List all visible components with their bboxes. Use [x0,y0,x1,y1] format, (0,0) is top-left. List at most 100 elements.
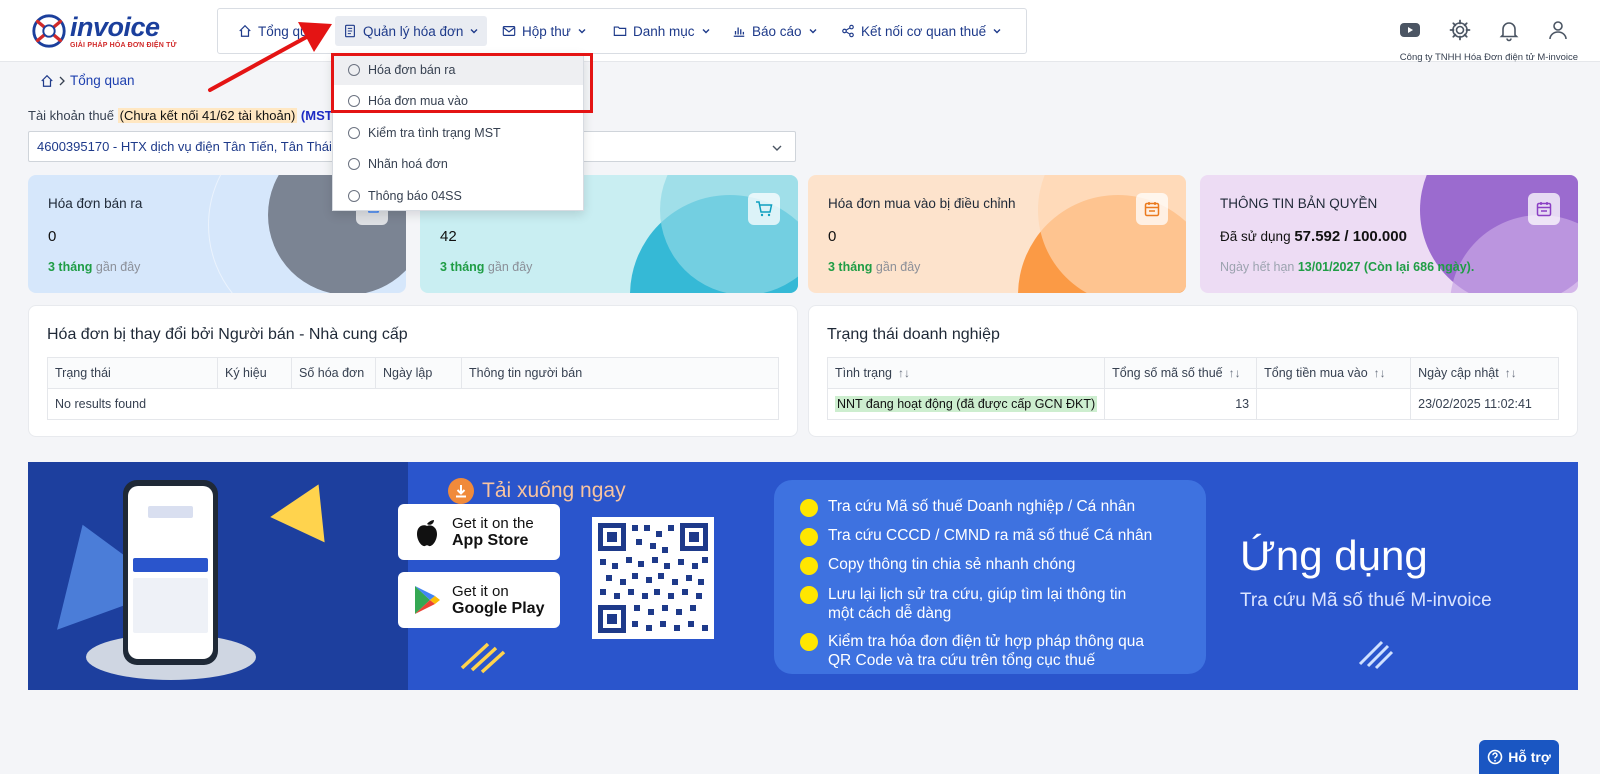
decoration-arrows-icon [460,642,506,674]
status-cell: NNT đang hoạt động (đã được cấp GCN ĐKT) [826,388,1106,420]
nav-item-label: Danh mục [633,23,695,39]
app-store-button[interactable]: Get it on the App Store [398,504,560,560]
table-header[interactable]: Ký hiệu [217,357,292,389]
card-subtitle: 3 tháng gần đây [440,260,533,274]
card-value: 0 [48,228,57,245]
logo[interactable]: invoice GIẢI PHÁP HÓA ĐƠN ĐIỆN TỬ [28,10,178,54]
chevron-down-icon [702,29,710,34]
nav-item-label: Báo cáo [752,23,802,39]
bell-icon[interactable] [1497,18,1521,42]
amount-cell [1256,388,1412,420]
panel-changed-invoices: Hóa đơn bị thay đổi bởi Người bán - Nhà … [28,305,798,437]
mail-icon [502,26,516,36]
sort-icon[interactable]: ↑↓ [1505,366,1517,380]
google-play-button[interactable]: Get it on Google Play [398,572,560,628]
card-title: Hóa đơn mua vào bị điều chỉnh [828,196,1016,211]
card-license-info[interactable]: THÔNG TIN BẢN QUYỀN Đã sử dụng 57.592 / … [1200,175,1578,293]
google-play-line1: Get it on [452,582,509,600]
dropdown-item-check-mst[interactable]: Kiểm tra tình trạng MST [333,117,583,148]
header-actions: Công ty TNHH Hóa Đơn điện tử M-invoice [1340,0,1600,63]
bullet-dot-icon [800,528,818,546]
feature-item: Lưu lại lịch sử tra cứu, giúp tìm lại th… [800,585,1126,623]
table-row[interactable]: NNT đang hoạt động (đã được cấp GCN ĐKT)… [826,388,1559,420]
dropdown-item-notice-04ss[interactable]: Thông báo 04SS [333,180,583,211]
table-header[interactable]: Trạng thái [47,357,218,389]
bullet-dot-icon [800,499,818,517]
folder-icon [613,26,627,36]
card-title: THÔNG TIN BẢN QUYỀN [1220,196,1378,211]
nav-item-tax-connection[interactable]: Kết nối cơ quan thuế [833,16,1010,46]
nav-item-reports[interactable]: Báo cáo [724,16,826,46]
bullet-dot-icon [800,633,818,651]
table-header[interactable]: Ngày cập nhật ↑↓ [1410,357,1559,389]
radio-icon [348,157,360,170]
google-play-icon [415,586,440,614]
chevron-down-icon [809,29,817,34]
download-icon [448,478,474,504]
sort-icon[interactable]: ↑↓ [1374,366,1386,380]
dropdown-item-invoice-labels[interactable]: Nhãn hoá đơn [333,148,583,179]
bullet-dot-icon [800,557,818,575]
changed-invoices-table: Trạng thái Ký hiệu Số hóa đơn Ngày lập T… [47,357,779,420]
card-icon-box [1136,193,1168,225]
banner-phone-area [28,462,408,690]
card-subtitle: 3 tháng gần đây [48,260,141,274]
annotation-arrow-icon [208,22,332,92]
nav-item-label: Hộp thư [522,23,571,39]
sort-icon[interactable]: ↑↓ [898,366,910,380]
card-title: Hóa đơn bán ra [48,196,143,211]
table-header[interactable]: Tổng số mã số thuế ↑↓ [1104,357,1258,389]
support-button[interactable]: Hỗ trợ [1479,740,1559,774]
logo-mark-icon [32,14,66,48]
calendar-icon [1536,202,1552,217]
count-cell: 13 [1104,388,1258,420]
calendar-icon [1144,202,1160,217]
nav-item-catalog[interactable]: Danh mục [605,16,719,46]
table-header[interactable]: Thông tin người bán [461,357,779,389]
google-play-line2: Google Play [452,599,545,617]
app-store-line2: App Store [452,531,529,549]
download-title: Tải xuống ngay [448,478,626,504]
breadcrumb-label: Tổng quan [70,73,135,88]
app-store-line1: Get it on the [452,514,534,532]
feature-item: Kiểm tra hóa đơn điện tử hợp pháp thông … [800,632,1144,670]
table-header[interactable]: Tổng tiền mua vào ↑↓ [1256,357,1412,389]
nav-item-label: Kết nối cơ quan thuế [861,23,987,39]
feature-item: Tra cứu CCCD / CMND ra mã số thuế Cá nhâ… [800,527,1152,546]
company-name: Công ty TNHH Hóa Đơn điện tử M-invoice [1399,52,1578,63]
table-header[interactable]: Số hóa đơn [291,357,376,389]
tax-connection-status: (Chưa kết nối 41/62 tài khoản) [117,108,298,123]
card-value: Đã sử dụng 57.592 / 100.000 [1220,228,1407,245]
chevron-right-icon [59,76,65,85]
youtube-icon[interactable] [1398,18,1422,42]
decoration-triangle [270,471,346,543]
app-promo-banner[interactable]: Tải xuống ngay Get it on the App Store G… [28,462,1578,690]
card-icon-box [1528,193,1560,225]
table-header[interactable]: Tình trạng ↑↓ [826,357,1106,389]
nav-item-label: Quản lý hóa đơn [363,23,464,39]
home-icon [41,74,53,87]
bar-chart-icon [733,27,745,37]
breadcrumb[interactable]: Tổng quan [40,73,135,88]
sort-icon[interactable]: ↑↓ [1229,366,1241,380]
card-adjusted-purchase-invoices[interactable]: Hóa đơn mua vào bị điều chỉnh 0 3 tháng … [808,175,1186,293]
card-icon-box [748,193,780,225]
app-title: Ứng dụng [1240,532,1428,579]
nav-item-invoice-management[interactable]: Quản lý hóa đơn [335,16,488,46]
user-icon[interactable] [1546,18,1570,42]
empty-message: No results found [47,388,779,420]
panel-business-status: Trạng thái doanh nghiệp Tình trạng ↑↓ Tổn… [808,305,1578,437]
logo-text: invoice [70,12,160,42]
gear-icon[interactable] [1448,18,1472,42]
qr-code-icon [598,523,708,633]
tax-account-selected: 4600395170 - HTX dịch vụ điện Tân Tiến, … [37,139,332,154]
table-header[interactable]: Ngày lập [375,357,462,389]
card-subtitle: Ngày hết hạn 13/01/2027 (Còn lại 686 ngà… [1220,260,1475,274]
chevron-down-icon [772,145,782,151]
chevron-down-icon [470,29,478,34]
card-subtitle: 3 tháng gần đây [828,260,921,274]
nav-item-inbox[interactable]: Hộp thư [494,16,595,46]
phone-mockup [123,480,218,665]
tax-label-text: Tài khoản thuế [28,108,115,123]
share-icon [842,24,854,38]
